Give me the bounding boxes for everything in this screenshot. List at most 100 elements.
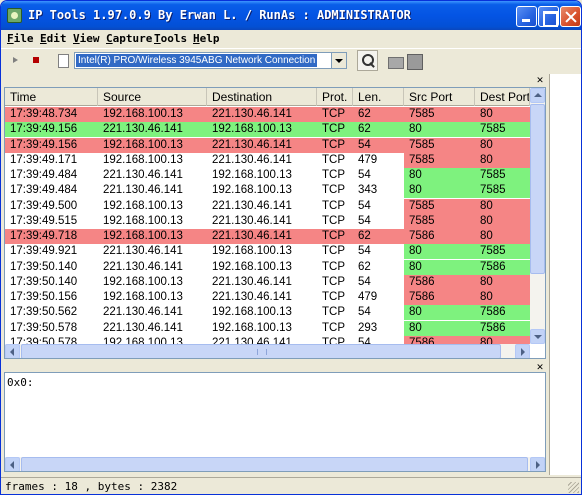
cell-destination: 192.168.100.13 bbox=[212, 321, 292, 334]
cell-source: 221.130.46.141 bbox=[103, 306, 183, 319]
close-button[interactable] bbox=[560, 6, 581, 27]
cell-length: 479 bbox=[358, 153, 378, 166]
stop-capture-icon[interactable] bbox=[27, 51, 45, 69]
table-row[interactable]: 17:39:49.515 192.168.100.13 221.130.46.141… bbox=[5, 213, 530, 229]
scroll-up-arrow-icon[interactable] bbox=[530, 88, 545, 103]
cell-src-port: 80 bbox=[404, 259, 475, 275]
title-bar[interactable]: IP Tools 1.97.0.9 By Erwan L. / RunAs : … bbox=[1, 1, 581, 30]
table-row[interactable]: 17:39:49.484 221.130.46.141 192.168.100.13… bbox=[5, 183, 530, 199]
cell-src-port: 80 bbox=[404, 320, 475, 336]
packet-list: Time Source Destination Prot. Len. Src P… bbox=[4, 87, 546, 359]
table-row[interactable]: 17:39:50.140 192.168.100.13 221.130.46.141… bbox=[5, 274, 530, 290]
table-row[interactable]: 17:39:50.562 221.130.46.141 192.168.100.13… bbox=[5, 305, 530, 321]
cell-destination: 221.130.46.141 bbox=[212, 275, 292, 288]
menu-view[interactable]: View bbox=[73, 32, 100, 45]
chevron-down-icon[interactable] bbox=[331, 53, 346, 68]
cell-time: 17:39:49.921 bbox=[10, 245, 78, 258]
open-folder-icon[interactable] bbox=[385, 51, 404, 69]
start-capture-icon[interactable] bbox=[6, 51, 24, 69]
table-row[interactable]: 17:39:49.156 221.130.46.141 192.168.100.13… bbox=[5, 122, 530, 138]
packet-list-header: Time Source Destination Prot. Len. Src P… bbox=[5, 88, 530, 106]
cell-source: 192.168.100.13 bbox=[103, 199, 183, 212]
cell-source: 221.130.46.141 bbox=[103, 184, 183, 197]
scroll-right-arrow-icon[interactable] bbox=[515, 344, 530, 358]
detail-scroll-right-icon[interactable] bbox=[530, 457, 545, 471]
cell-dest-port: 7586 bbox=[475, 320, 530, 336]
cell-length: 54 bbox=[358, 245, 371, 258]
menu-capture[interactable]: Capture bbox=[106, 32, 152, 45]
table-row[interactable]: 17:39:49.718 192.168.100.13 221.130.46.141… bbox=[5, 229, 530, 244]
cell-length: 479 bbox=[358, 291, 378, 303]
menu-help[interactable]: Help bbox=[193, 32, 220, 45]
cell-source: 221.130.46.141 bbox=[103, 245, 183, 258]
table-row[interactable]: 17:39:49.500 192.168.100.13 221.130.46.141… bbox=[5, 198, 530, 214]
maximize-button[interactable] bbox=[538, 6, 559, 27]
menu-tools[interactable]: Tools bbox=[154, 32, 187, 45]
interface-value: Intel(R) PRO/Wireless 3945ABG Network Co… bbox=[76, 54, 318, 67]
search-icon[interactable] bbox=[357, 50, 378, 71]
cell-protocol: TCP bbox=[322, 108, 345, 120]
cell-dest-port: 80 bbox=[480, 138, 493, 151]
table-row[interactable]: 17:39:50.156 192.168.100.13 221.130.46.141… bbox=[5, 290, 530, 305]
column-header-length[interactable]: Len. bbox=[353, 88, 404, 106]
cell-src-port: 7586 bbox=[404, 290, 475, 305]
pane-splitter[interactable] bbox=[4, 361, 546, 371]
cell-length: 62 bbox=[358, 230, 371, 242]
cell-dest-port: 80 bbox=[480, 230, 493, 242]
detail-horizontal-scrollbar[interactable] bbox=[5, 457, 545, 471]
column-header-src-port[interactable]: Src Port bbox=[404, 88, 475, 106]
cell-time: 17:39:49.484 bbox=[10, 184, 78, 197]
menu-file[interactable]: File bbox=[7, 32, 34, 45]
horizontal-scroll-thumb[interactable] bbox=[21, 344, 501, 358]
detail-scroll-thumb[interactable] bbox=[21, 457, 528, 471]
table-row[interactable]: 17:39:48.734 192.168.100.13 221.130.46.141… bbox=[5, 107, 530, 122]
table-row[interactable]: 17:39:50.578 221.130.46.141 192.168.100.13… bbox=[5, 320, 530, 336]
cell-protocol: TCP bbox=[322, 230, 345, 242]
save-icon[interactable] bbox=[404, 51, 423, 70]
detail-scroll-left-icon[interactable] bbox=[5, 457, 20, 471]
cell-destination: 221.130.46.141 bbox=[212, 199, 292, 212]
column-header-destination[interactable]: Destination bbox=[207, 88, 317, 106]
column-header-protocol[interactable]: Prot. bbox=[317, 88, 353, 106]
cell-src-port: 7585 bbox=[409, 138, 435, 151]
cell-dest-port: 80 bbox=[480, 108, 493, 120]
menu-bar: File Edit View Capture Tools Help bbox=[1, 30, 581, 48]
vertical-scroll-thumb[interactable] bbox=[530, 104, 545, 274]
cell-time: 17:39:50.578 bbox=[10, 321, 78, 334]
interface-select[interactable]: Intel(R) PRO/Wireless 3945ABG Network Co… bbox=[74, 52, 347, 69]
cell-src-port: 80 bbox=[409, 123, 422, 136]
new-document-icon[interactable] bbox=[53, 51, 71, 69]
cell-protocol: TCP bbox=[322, 260, 345, 273]
cell-length: 62 bbox=[358, 260, 371, 273]
scroll-left-arrow-icon[interactable] bbox=[5, 344, 20, 358]
table-row[interactable]: 17:39:49.484 221.130.46.141 192.168.100.13… bbox=[5, 168, 530, 183]
cell-time: 17:39:50.140 bbox=[10, 275, 78, 288]
scroll-down-arrow-icon[interactable] bbox=[530, 329, 545, 344]
vertical-scrollbar[interactable] bbox=[530, 88, 545, 344]
table-row[interactable]: 17:39:49.156 192.168.100.13 221.130.46.141… bbox=[5, 137, 530, 153]
column-header-time[interactable]: Time bbox=[5, 88, 98, 106]
horizontal-scrollbar[interactable] bbox=[5, 344, 530, 358]
table-row[interactable]: 17:39:50.140 221.130.46.141 192.168.100.13… bbox=[5, 259, 530, 275]
cell-time: 17:39:49.500 bbox=[10, 199, 78, 212]
cell-source: 192.168.100.13 bbox=[103, 214, 183, 227]
cell-protocol: TCP bbox=[322, 199, 345, 212]
window-title: IP Tools 1.97.0.9 By Erwan L. / RunAs : … bbox=[28, 8, 411, 22]
menu-edit[interactable]: Edit bbox=[40, 32, 67, 45]
cell-protocol: TCP bbox=[322, 153, 345, 166]
cell-protocol: TCP bbox=[322, 321, 345, 334]
column-header-source[interactable]: Source bbox=[98, 88, 207, 106]
packet-detail: 0x0: bbox=[4, 372, 546, 472]
column-header-dest-port[interactable]: Dest Port bbox=[475, 88, 530, 106]
cell-destination: 221.130.46.141 bbox=[212, 291, 292, 303]
cell-time: 17:39:50.140 bbox=[10, 260, 78, 273]
pane-close-icon[interactable]: ✕ bbox=[535, 76, 545, 86]
table-row[interactable]: 17:39:49.171 192.168.100.13 221.130.46.141… bbox=[5, 152, 530, 168]
cell-length: 54 bbox=[358, 214, 371, 227]
minimize-button[interactable] bbox=[516, 6, 537, 27]
table-row[interactable]: 17:39:49.921 221.130.46.141 192.168.100.13… bbox=[5, 244, 530, 260]
cell-dest-port: 80 bbox=[475, 290, 530, 305]
cell-source: 221.130.46.141 bbox=[103, 321, 183, 334]
app-icon bbox=[7, 8, 22, 23]
resize-grip-icon[interactable] bbox=[568, 482, 579, 493]
